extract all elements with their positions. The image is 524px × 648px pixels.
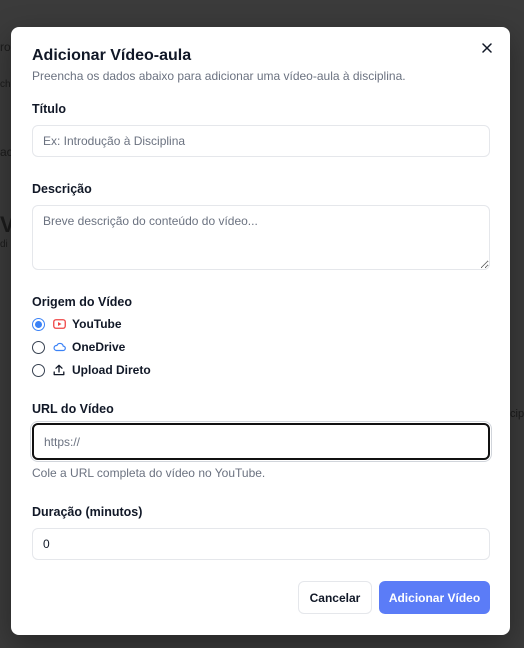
description-textarea[interactable] xyxy=(32,205,490,270)
cancel-button[interactable]: Cancelar xyxy=(298,581,372,614)
duration-label: Duração (minutos) xyxy=(32,505,143,519)
upload-radio[interactable] xyxy=(32,363,45,377)
dialog-title: Adicionar Vídeo-aula xyxy=(32,47,192,64)
background-text-fragment: di xyxy=(0,239,8,250)
video-source-label: Origem do Vídeo xyxy=(32,295,133,309)
video-url-input[interactable] xyxy=(32,423,490,460)
video-url-label: URL do Vídeo xyxy=(32,402,114,416)
title-label: Título xyxy=(32,102,67,116)
source-option-upload[interactable]: Upload Direto xyxy=(32,362,151,378)
video-url-help: Cole a URL completa do vídeo no YouTube. xyxy=(32,466,266,480)
close-button[interactable] xyxy=(478,39,496,57)
dialog-subtitle: Preencha os dados abaixo para adicionar … xyxy=(32,69,406,83)
youtube-label: YouTube xyxy=(72,317,122,331)
upload-icon xyxy=(52,363,66,377)
cloud-icon xyxy=(52,340,66,354)
youtube-icon xyxy=(52,317,66,331)
description-label: Descrição xyxy=(32,182,92,196)
background-text-fragment: ro xyxy=(0,40,11,54)
upload-label: Upload Direto xyxy=(72,363,151,377)
source-option-onedrive[interactable]: OneDrive xyxy=(32,339,125,355)
duration-input[interactable] xyxy=(32,528,490,560)
title-input[interactable] xyxy=(32,125,490,157)
add-video-button[interactable]: Adicionar Vídeo xyxy=(379,581,490,614)
onedrive-label: OneDrive xyxy=(72,340,126,354)
youtube-radio[interactable] xyxy=(32,317,45,331)
add-video-dialog: Adicionar Vídeo-aula Preencha os dados a… xyxy=(11,27,510,635)
close-icon xyxy=(482,43,492,53)
background-text-fragment: cip xyxy=(510,408,524,420)
source-option-youtube[interactable]: YouTube xyxy=(32,316,122,332)
onedrive-radio[interactable] xyxy=(32,340,45,354)
